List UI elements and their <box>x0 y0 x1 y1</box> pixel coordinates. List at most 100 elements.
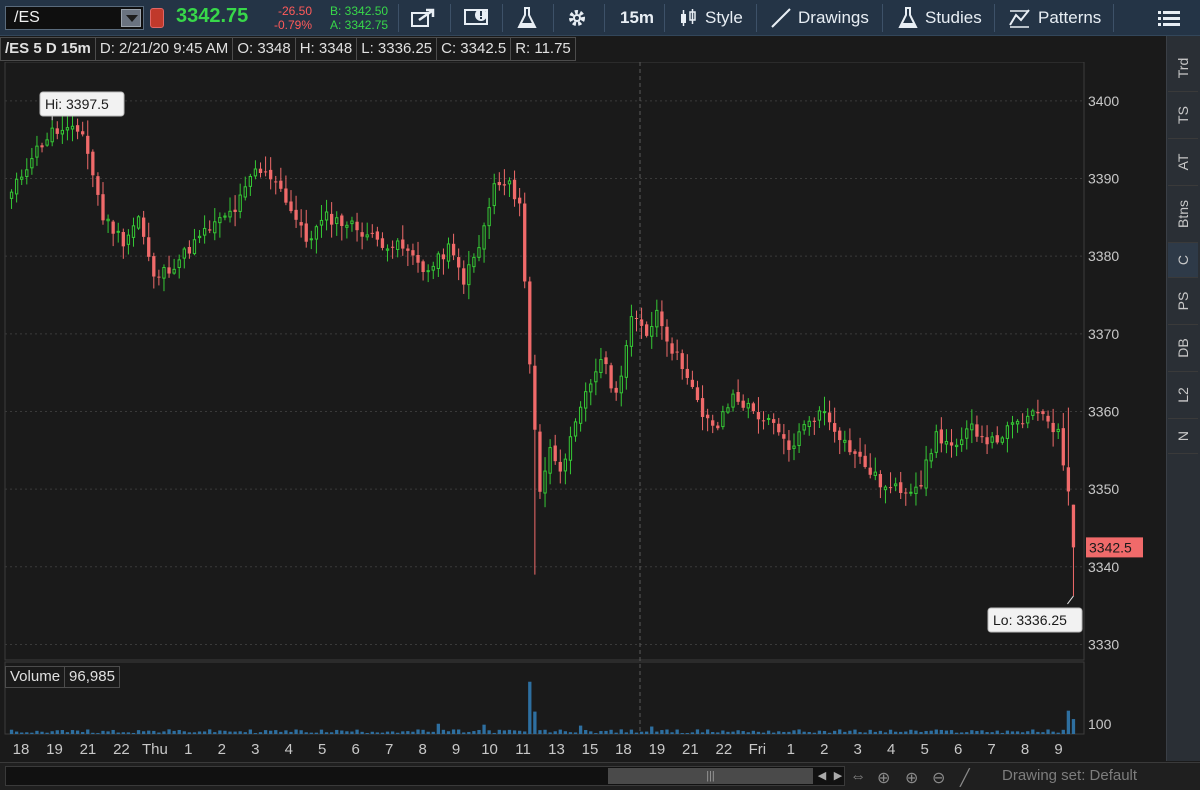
draw-line-icon[interactable]: ╱ <box>960 768 970 788</box>
candle-body <box>340 215 344 226</box>
volume-bar <box>944 730 949 734</box>
lo-callout-label: Lo: 3336.25 <box>993 612 1067 628</box>
volume-bar <box>20 732 24 734</box>
scroll-track[interactable]: ||| ◀ ▶ <box>5 766 845 786</box>
candle-body <box>1000 437 1004 443</box>
y-tick-label: 3370 <box>1088 326 1119 342</box>
candle-body <box>960 439 964 446</box>
volume-bar <box>695 729 700 734</box>
candle-body <box>665 326 669 342</box>
candle-body <box>843 439 847 443</box>
scroll-left-button[interactable]: ◀ <box>814 768 830 784</box>
side-tab-c[interactable]: C <box>1168 243 1198 278</box>
volume-bar <box>1046 729 1050 734</box>
volume-bar <box>700 732 705 734</box>
volume-bar <box>1026 731 1030 734</box>
volume-bar <box>888 729 893 734</box>
volume-bar <box>970 730 974 734</box>
toolbar-divider <box>553 4 554 32</box>
side-tab-trd[interactable]: Trd <box>1168 45 1198 92</box>
volume-bar <box>665 729 669 734</box>
toolbar-divider <box>756 4 757 32</box>
candle-body <box>350 220 354 225</box>
drawings-button[interactable]: Drawings <box>770 0 869 36</box>
crosshair-icon[interactable]: ⊕ <box>877 768 890 788</box>
share-button[interactable] <box>410 0 436 36</box>
candle-body <box>1010 422 1015 425</box>
volume-bar <box>182 731 186 734</box>
volume-bar <box>106 731 110 734</box>
volume-bar <box>629 729 634 734</box>
candle-body <box>934 431 938 453</box>
settings-button[interactable] <box>566 0 588 36</box>
volume-bar <box>726 731 730 734</box>
candle-body <box>604 357 608 365</box>
alert-flag-button[interactable] <box>463 0 491 36</box>
price-chart[interactable]: 3400339033803370336033503340333010018 19 2… <box>0 62 1166 762</box>
side-tab-btns[interactable]: Btns <box>1168 186 1198 243</box>
last-price: 3342.75 <box>176 5 249 27</box>
chart-title[interactable]: /ES 5 D 15m <box>0 37 96 61</box>
candle-body <box>451 243 456 256</box>
scroll-right-button[interactable]: ▶ <box>830 768 846 784</box>
symbol-dropdown-button[interactable] <box>121 9 141 27</box>
side-tab-n[interactable]: N <box>1168 419 1198 454</box>
candle <box>538 424 542 499</box>
zoom-in-icon[interactable]: ⊕ <box>905 768 918 788</box>
side-tab-ts[interactable]: TS <box>1168 92 1198 139</box>
volume-bar <box>705 729 710 734</box>
style-button[interactable]: Style <box>678 0 743 36</box>
x-tick-label: 6 <box>954 741 962 758</box>
candle-body <box>705 414 710 419</box>
candle-body <box>609 365 613 389</box>
volume-bar <box>218 730 222 734</box>
volume-bar <box>1061 729 1065 734</box>
scroll-thumb[interactable]: ||| <box>608 768 813 784</box>
x-tick-label: 9 <box>1054 741 1062 758</box>
candle-body <box>269 169 273 180</box>
timeframe-button[interactable]: 15m <box>620 0 654 36</box>
alert-icon[interactable] <box>150 8 164 28</box>
candle-body <box>248 176 252 187</box>
symbol-input[interactable]: /ES <box>5 6 144 30</box>
scrollbar: ||| ◀ ▶ ⇔ ⊕ ⊕ ⊖ ╱ Drawing set: Default <box>0 762 1200 790</box>
patterns-button[interactable]: Patterns <box>1008 0 1101 36</box>
studies-button[interactable]: Studies <box>897 0 982 36</box>
side-tab-at[interactable]: AT <box>1168 139 1198 186</box>
drawings-label: Drawings <box>798 8 869 27</box>
volume-bar <box>807 731 811 734</box>
zoom-out-icon[interactable]: ⊖ <box>932 768 945 788</box>
menu-button[interactable] <box>1157 0 1181 36</box>
volume-bar <box>792 730 796 734</box>
candle-body <box>462 268 466 285</box>
candle-body <box>975 424 979 437</box>
candle-body <box>858 451 862 457</box>
expand-horizontal-icon[interactable]: ⇔ <box>850 768 866 786</box>
candle-body <box>817 410 822 421</box>
drawing-set-label[interactable]: Drawing set: Default <box>1002 767 1137 784</box>
candle-body <box>1071 504 1076 548</box>
side-tab-label: N <box>1175 430 1191 442</box>
chart-header: /ES 5 D 15m D: 2/21/20 9:45 AM O: 3348 H… <box>0 37 1085 61</box>
candle-body <box>731 393 735 408</box>
volume-bar <box>50 731 54 734</box>
candle-body <box>497 182 501 186</box>
side-tab-db[interactable]: DB <box>1168 325 1198 372</box>
volume-bar <box>487 730 491 734</box>
menu-icon <box>1158 11 1180 26</box>
bar-high: H: 3348 <box>294 37 358 61</box>
volume-bar <box>553 731 557 734</box>
candle-body <box>1026 415 1030 424</box>
volume-bar <box>167 729 171 734</box>
candle-body <box>797 431 801 447</box>
flask-button[interactable] <box>516 0 538 36</box>
side-tab-ps[interactable]: PS <box>1168 278 1198 325</box>
candle-body <box>25 169 29 177</box>
candle-body <box>1051 422 1055 433</box>
candle-body <box>766 417 771 420</box>
candle-body <box>55 128 59 134</box>
candle-body <box>213 221 217 234</box>
candle-body <box>86 135 90 154</box>
side-tab-l2[interactable]: L2 <box>1168 372 1198 419</box>
candle-body <box>594 371 598 383</box>
